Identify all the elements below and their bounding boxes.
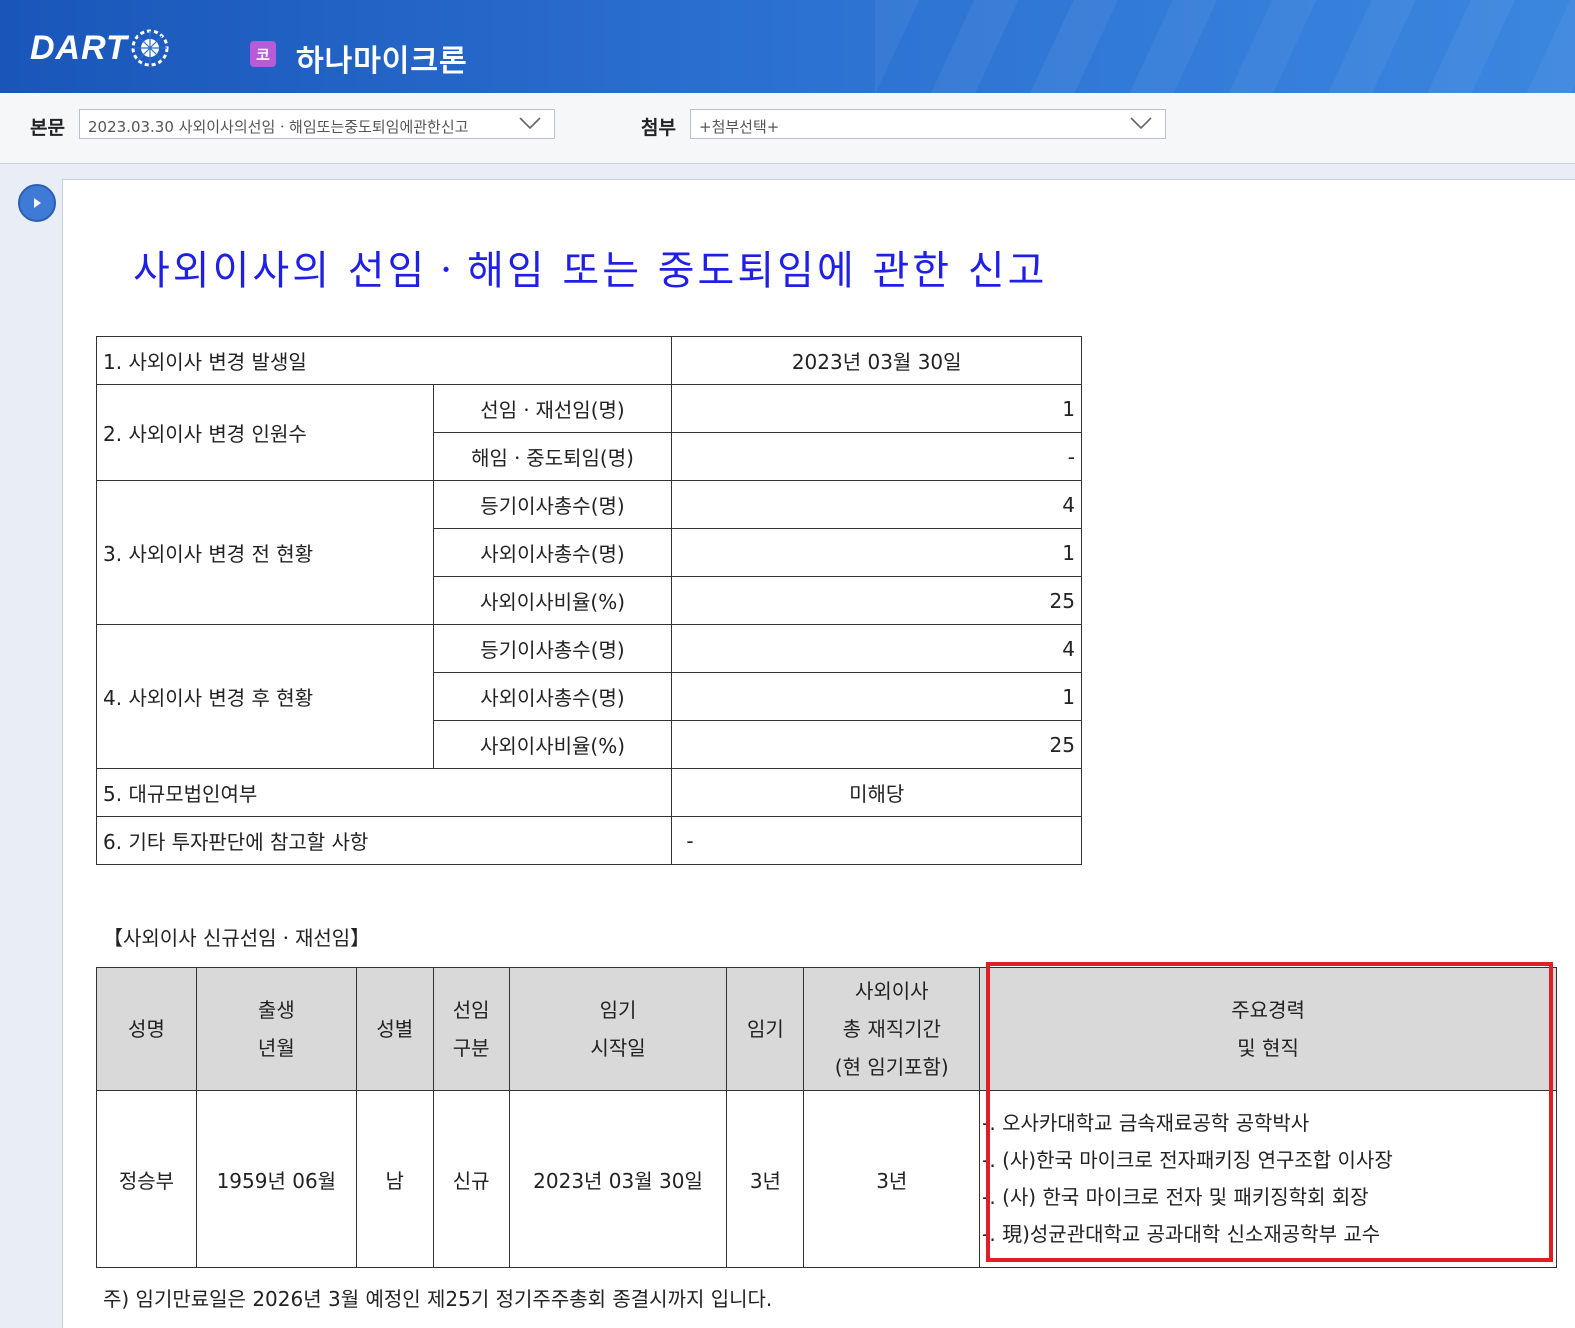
- row6-value: -: [671, 816, 1082, 865]
- row3-sub1: 등기이사총수(명): [432, 480, 673, 529]
- summary-table: 1. 사외이사 변경 발생일 2023년 03월 30일 2. 사외이사 변경 …: [95, 336, 1082, 865]
- table-row: 정승부 1959년 06월 남 신규 2023년 03월 30일 3년 3년 -…: [96, 1090, 1557, 1268]
- table-row: 4. 사외이사 변경 후 현황 등기이사총수(명) 4: [96, 624, 1082, 769]
- cell-term: 3년: [726, 1090, 805, 1268]
- row1-value: 2023년 03월 30일: [671, 336, 1082, 385]
- document-viewer: 사외이사의 선임ㆍ해임 또는 중도퇴임에 관한 신고 1. 사외이사 변경 발생…: [62, 179, 1575, 1328]
- row3-val1: 4: [671, 480, 1082, 529]
- table-row: 2. 사외이사 변경 인원수 선임ㆍ재선임(명) 1: [96, 384, 1082, 481]
- row3-val3: 25: [671, 576, 1082, 625]
- document-toolbar: 본문 2023.03.30 사외이사의선임ㆍ해임또는중도퇴임에관한신고 첨부 +…: [0, 93, 1575, 164]
- cell-career: -. 오사카대학교 금속재료공학 공학박사 -. (사)한국 마이크로 전자패키…: [979, 1090, 1557, 1268]
- main-doc-select-value: 2023.03.30 사외이사의선임ㆍ해임또는중도퇴임에관한신고: [88, 118, 469, 136]
- dart-logo[interactable]: DART: [30, 28, 170, 68]
- header-term-start: 임기 시작일: [508, 967, 728, 1091]
- career-item: -. 現)성균관대학교 공과대학 신소재공학부 교수: [982, 1222, 1381, 1246]
- header-career: 주요경력 및 현직: [979, 967, 1557, 1091]
- row4-val3: 25: [671, 720, 1082, 769]
- corp-type-badge: 코: [250, 41, 276, 67]
- header-birth: 출생 년월: [195, 967, 357, 1091]
- cell-gender: 남: [355, 1090, 434, 1268]
- chevron-down-icon: [1130, 117, 1152, 130]
- header-type: 선임 구분: [432, 967, 510, 1091]
- cell-tenure: 3년: [803, 1090, 981, 1268]
- cell-type: 신규: [432, 1090, 510, 1268]
- row1-label: 1. 사외이사 변경 발생일: [95, 336, 673, 385]
- main-doc-label: 본문: [30, 117, 65, 139]
- logo-wheel-icon: [131, 29, 169, 67]
- sidebar-toggle-button[interactable]: [18, 184, 56, 222]
- row4-sub1: 등기이사총수(명): [432, 624, 673, 673]
- header-name: 성명: [96, 967, 197, 1091]
- main-doc-select[interactable]: 2023.03.30 사외이사의선임ㆍ해임또는중도퇴임에관한신고: [79, 109, 555, 139]
- appointment-table: 성명 출생 년월 성별 선임 구분 임기 시작일 임기 사외이사 총 재직기간 (현 임기…: [96, 967, 1557, 1268]
- cell-term-start: 2023년 03월 30일: [508, 1090, 728, 1268]
- cell-birth: 1959년 06월: [195, 1090, 357, 1268]
- row2-sub1: 선임ㆍ재선임(명): [432, 384, 673, 433]
- chevron-down-icon: [519, 117, 541, 130]
- row4-sub2: 사외이사총수(명): [432, 672, 673, 721]
- career-item: -. (사) 한국 마이크로 전자 및 패키징학회 회장: [982, 1185, 1369, 1209]
- top-header: DART 코 하나마이크론: [0, 0, 1575, 93]
- row2-label: 2. 사외이사 변경 인원수: [96, 384, 434, 481]
- header-term: 임기: [726, 967, 805, 1091]
- logo-text: DART: [30, 28, 128, 67]
- row3-val2: 1: [671, 528, 1082, 577]
- section-heading: 【사외이사 신규선임ㆍ재선임】: [103, 926, 371, 950]
- attachment-select-value: +첨부선택+: [699, 118, 780, 136]
- document-title: 사외이사의 선임ㆍ해임 또는 중도퇴임에 관한 신고: [133, 248, 1048, 294]
- row6-label: 6. 기타 투자판단에 참고할 사항: [95, 816, 673, 865]
- row3-label: 3. 사외이사 변경 전 현황: [96, 480, 434, 625]
- row3-sub3: 사외이사비율(%): [432, 576, 673, 625]
- table-row: 5. 대규모법인여부 미해당: [95, 768, 1082, 817]
- table-header-row: 성명 출생 년월 성별 선임 구분 임기 시작일 임기 사외이사 총 재직기간 (현 임기…: [96, 967, 1557, 1091]
- row4-val2: 1: [671, 672, 1082, 721]
- footnote: 주) 임기만료일은 2026년 3월 예정인 제25기 정기주주총회 종결시까지…: [103, 1287, 773, 1311]
- table-row: 3. 사외이사 변경 전 현황 등기이사총수(명) 4: [96, 480, 1082, 625]
- career-item: -. (사)한국 마이크로 전자패키징 연구조합 이사장: [982, 1148, 1393, 1172]
- row3-sub2: 사외이사총수(명): [432, 528, 673, 577]
- row4-val1: 4: [671, 624, 1082, 673]
- row2-val2: -: [671, 432, 1082, 481]
- header-gender: 성별: [355, 967, 434, 1091]
- row5-value: 미해당: [671, 768, 1082, 817]
- row2-sub2: 해임ㆍ중도퇴임(명): [432, 432, 673, 481]
- table-row: 6. 기타 투자판단에 참고할 사항 -: [95, 816, 1082, 865]
- play-arrow-icon: [34, 198, 41, 208]
- row2-val1: 1: [671, 384, 1082, 433]
- row4-sub3: 사외이사비율(%): [432, 720, 673, 769]
- attachment-select[interactable]: +첨부선택+: [690, 109, 1166, 139]
- career-item: -. 오사카대학교 금속재료공학 공학박사: [982, 1111, 1310, 1135]
- attachment-label: 첨부: [641, 117, 676, 139]
- header-tenure: 사외이사 총 재직기간 (현 임기포함): [803, 967, 981, 1091]
- corp-name[interactable]: 하나마이크론: [296, 36, 468, 80]
- row4-label: 4. 사외이사 변경 후 현황: [96, 624, 434, 769]
- row5-label: 5. 대규모법인여부: [95, 768, 673, 817]
- header-decoration: [875, 0, 1575, 93]
- cell-name: 정승부: [96, 1090, 197, 1268]
- table-row: 1. 사외이사 변경 발생일 2023년 03월 30일: [95, 336, 1082, 385]
